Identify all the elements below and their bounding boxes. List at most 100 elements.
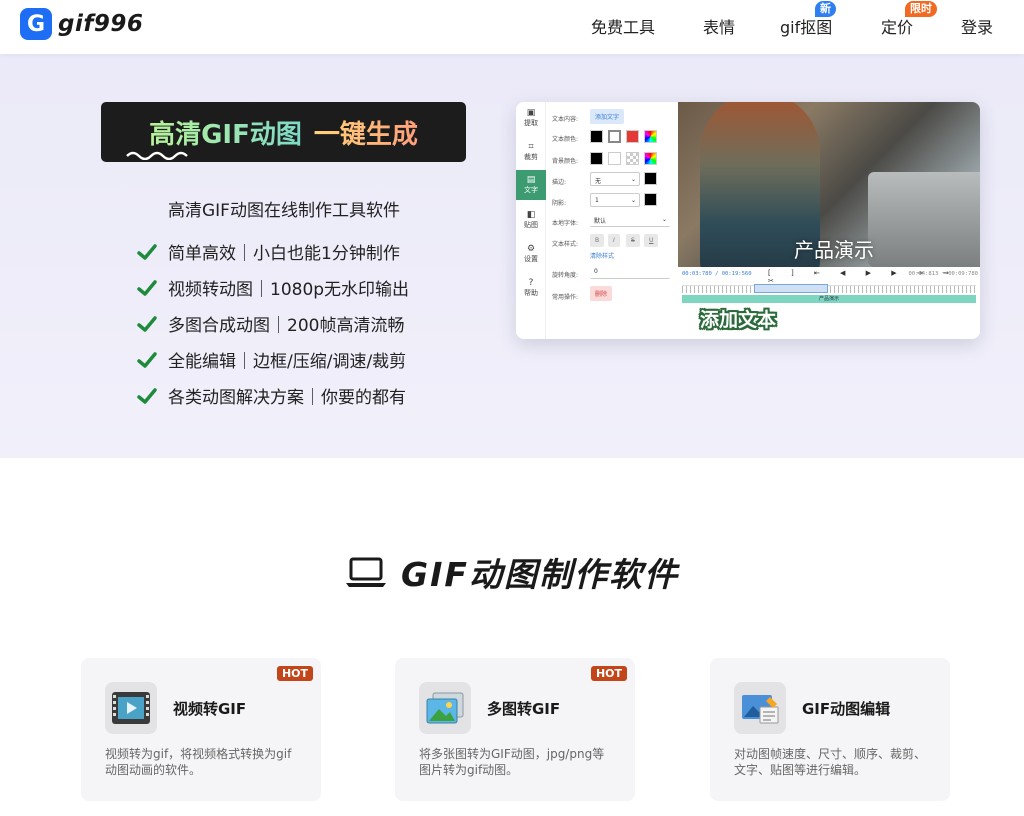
feature-item: 简单高效｜小白也能1分钟制作 [136,239,400,264]
shadow-color-swatch[interactable] [644,193,657,206]
shadow-value: 1 [595,197,599,204]
chevron-down-icon: ⌄ [661,216,667,223]
sidebar-label: 提取 [524,119,538,127]
rotate-label: 旋转角度: [552,272,579,279]
sidebar-item-crop[interactable]: ⌗ 裁剪 [516,142,546,162]
add-text-caption: 添加文本 [700,309,777,331]
video-preview: 产品演示 [678,102,980,267]
logo-icon: G [20,8,52,40]
video-film-icon [105,682,157,734]
text-color-label: 文本颜色: [552,136,579,143]
help-icon: ? [528,278,534,288]
color-swatch-white[interactable] [608,130,621,143]
hot-badge: HOT [590,666,627,681]
nav-gif-matting[interactable]: gif抠图 [780,14,832,38]
check-icon [137,351,157,368]
hero-title-part1: 高清GIF动图 [149,114,302,151]
add-text-button[interactable]: 添加文字 [590,109,625,124]
sidebar-label: 帮助 [524,289,538,297]
video-overlay-text[interactable]: 产品演示 [794,234,874,263]
text-track[interactable]: 产品演示 [682,295,976,303]
time-current: 00:03:780 [682,271,712,277]
card-description: 视频转为gif，将视频格式转换为gif动图动画的软件。 [105,747,292,777]
sidebar-item-settings[interactable]: ⚙ 设置 [516,244,546,264]
sidebar-item-help[interactable]: ? 帮助 [516,278,546,298]
feature-text: 简单高效｜小白也能1分钟制作 [168,244,400,264]
stroke-value: 无 [595,178,602,185]
tool-card-video-to-gif[interactable]: HOT 视频转GIF 视频转为gif，将视频格式转换为gif动图动画的软件。 [81,658,321,801]
underline-button[interactable]: U [644,234,659,247]
italic-button[interactable]: I [608,234,620,247]
card-title: 视频转GIF [173,700,247,718]
section-title-text: GIF动图制作软件 [401,555,679,594]
shadow-select[interactable]: 1 ⌄ [590,193,640,207]
feature-item: 各类动图解决方案｜你要的都有 [136,383,406,408]
color-swatch-black[interactable] [590,152,603,165]
extract-icon: ▣ [526,108,536,118]
feature-text: 视频转动图｜1080p无水印输出 [168,280,410,300]
sidebar-label: 设置 [524,255,538,263]
nav-free-tools[interactable]: 免费工具 [591,14,655,38]
editor-preview: ▣ 提取 ⌗ 裁剪 ▤ 文字 ◧ 贴图 ⚙ 设置 ? 帮助 文本内容: 添加文字 文本颜色:… [516,102,980,339]
strike-button[interactable]: S [626,234,640,247]
sidebar-label: 裁剪 [524,153,538,161]
logo[interactable]: G gif996 [20,8,143,40]
content-label: 文本内容: [552,116,579,123]
style-label: 文本样式: [552,241,579,248]
chevron-down-icon: ⌄ [630,197,636,204]
bold-button[interactable]: B [590,234,605,247]
shadow-label: 阴影: [552,200,567,207]
nav-emoji[interactable]: 表情 [703,14,735,38]
top-navbar: G gif996 免费工具 表情 gif抠图 新 定价 限时 登录 [0,0,1024,54]
font-select[interactable]: 默认 ⌄ [590,213,670,227]
hero-subtitle: 高清GIF动图在线制作工具软件 [168,201,400,221]
editor-sidebar: ▣ 提取 ⌗ 裁剪 ▤ 文字 ◧ 贴图 ⚙ 设置 ? 帮助 [516,102,546,339]
nav-login[interactable]: 登录 [961,14,993,38]
new-badge: 新 [815,1,836,17]
squiggle-underline-icon [126,151,188,160]
images-icon [419,682,471,734]
frame-ruler[interactable] [682,285,976,293]
video-frame-machine [868,172,980,267]
feature-item: 多图合成动图｜200帧高清流畅 [136,311,404,336]
chevron-down-icon: ⌄ [630,176,636,183]
rotate-input[interactable]: 0 [590,265,670,279]
color-picker-icon[interactable] [644,130,657,143]
tool-card-gif-edit[interactable]: GIF动图编辑 对动图帧速度、尺寸、顺序、裁剪、文字、贴图等进行编辑。 [710,658,950,801]
logo-text: gif996 [58,11,144,37]
feature-text: 各类动图解决方案｜你要的都有 [168,388,406,408]
check-icon [137,315,157,332]
stroke-select[interactable]: 无 ⌄ [590,172,640,186]
time-total: 00:19:560 [721,271,752,277]
text-icon: ▤ [526,175,536,185]
font-label: 本地字体: [552,220,579,227]
color-swatch-transparent[interactable] [626,152,639,165]
feature-item: 视频转动图｜1080p无水印输出 [136,275,409,300]
check-icon [137,243,157,260]
edit-image-icon [734,682,786,734]
bg-color-label: 背景颜色: [552,158,579,165]
color-swatch-white[interactable] [608,152,621,165]
tool-card-images-to-gif[interactable]: HOT 多图转GIF 将多张图转为GIF动图，jpg/png等图片转为gif动图… [395,658,635,801]
sidebar-item-text[interactable]: ▤ 文字 [516,170,546,200]
color-swatch-red[interactable] [626,130,639,143]
text-settings-form: 文本内容: 添加文字 文本颜色: 背景颜色: 描边: 无 ⌄ 阴影: 1 ⌄ 本地字… [548,102,678,339]
hero-title-part2: 一键生成 [314,114,418,151]
clear-style-link[interactable]: 清除样式 [590,251,614,260]
nav-pricing[interactable]: 定价 [881,14,913,38]
sidebar-item-sticker[interactable]: ◧ 贴图 [516,210,546,230]
sidebar-item-extract[interactable]: ▣ 提取 [516,108,546,128]
color-picker-icon[interactable] [644,152,657,165]
gear-icon: ⚙ [526,244,536,254]
font-value: 默认 [594,218,607,225]
time-range: 00:04:813 ~ 00:09:780 [908,271,978,277]
actions-label: 常用操作: [552,294,579,301]
check-icon [137,279,157,296]
stroke-color-swatch[interactable] [644,172,657,185]
hero-section: 高清GIF动图 一键生成 高清GIF动图在线制作工具软件 简单高效｜小白也能1分… [0,54,1024,458]
selection-range[interactable] [754,284,828,293]
delete-button[interactable]: 删除 [590,286,613,301]
section-title: GIF动图制作软件 [0,548,1024,596]
crop-icon: ⌗ [528,142,534,152]
color-swatch-black[interactable] [590,130,603,143]
